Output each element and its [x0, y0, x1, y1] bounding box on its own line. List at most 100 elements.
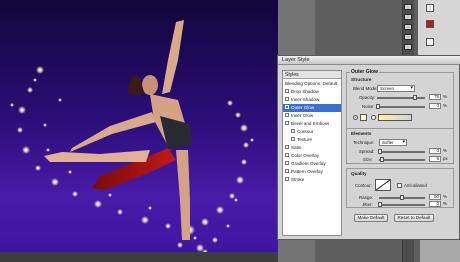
style-checkbox[interactable] [285, 176, 289, 181]
size-label: Size: [363, 157, 373, 162]
spread-slider-thumb[interactable] [378, 149, 382, 154]
style-item-label: Inner Shadow [291, 97, 320, 102]
swatch[interactable] [426, 4, 434, 12]
outer-glow-title: Outer Glow [350, 69, 379, 75]
document-canvas[interactable] [0, 0, 278, 262]
dancer-photo [10, 20, 254, 259]
blend-mode-select[interactable]: Screen [377, 85, 415, 92]
noise-slider-thumb[interactable] [376, 104, 380, 109]
size-input[interactable]: 5 [429, 156, 441, 162]
jitter-slider-thumb[interactable] [378, 202, 382, 207]
style-item-label: Outer Glow [291, 105, 315, 110]
quality-group: Quality Contour: Anti-aliased Range: 50 … [346, 168, 454, 208]
style-item-label: Satin [291, 145, 302, 150]
style-item-outer-glow[interactable]: Outer Glow [283, 104, 341, 112]
tool-button[interactable] [404, 24, 412, 30]
style-item-inner-shadow[interactable]: Inner Shadow [283, 96, 341, 104]
gradient-radio[interactable] [371, 115, 376, 120]
style-checkbox[interactable] [285, 96, 289, 101]
jitter-label: Jitter: [362, 202, 373, 207]
style-item-label: Color Overlay [291, 153, 320, 158]
spread-input[interactable]: 0 [429, 148, 441, 154]
style-item-label: Texture [297, 137, 313, 142]
sparkle-trail [10, 66, 254, 259]
style-checkbox[interactable] [291, 128, 295, 133]
style-checkbox[interactable] [285, 88, 289, 93]
jitter-unit: % [443, 201, 447, 206]
style-checkbox[interactable] [285, 104, 289, 109]
tool-button[interactable] [404, 14, 412, 20]
dialog-title: Layer Style [282, 57, 310, 63]
status-bar [0, 252, 278, 262]
style-checkbox[interactable] [285, 152, 289, 157]
opacity-label: Opacity: [359, 95, 376, 100]
style-item-label: Contour [297, 129, 314, 134]
dialog-titlebar[interactable]: Layer Style [278, 56, 460, 65]
layer-style-dialog: Layer Style Styles Blending Options: Def… [277, 55, 460, 240]
style-item-contour[interactable]: Contour [283, 128, 341, 136]
style-item-label: Drop Shadow [291, 89, 319, 94]
styles-header[interactable]: Styles [283, 71, 341, 79]
glow-color-swatch[interactable] [360, 114, 367, 121]
dancer-figure [44, 20, 192, 240]
tool-button[interactable] [404, 44, 412, 50]
style-item-inner-glow[interactable]: Inner Glow [283, 112, 341, 120]
style-item-label: Bevel and Emboss [291, 121, 330, 126]
technique-select[interactable]: Softer [379, 139, 407, 146]
outer-glow-settings: Outer Glow Structure Blend Mode: Screen … [346, 69, 456, 236]
style-item-color-overlay[interactable]: Color Overlay [283, 152, 341, 160]
style-item-label: Pattern Overlay [291, 169, 323, 174]
style-item-label: Stroke [291, 177, 305, 182]
tool-button[interactable] [404, 34, 412, 40]
elements-label: Elements [351, 131, 372, 136]
reset-to-default-button[interactable]: Reset to Default [394, 214, 434, 222]
style-checkbox[interactable] [285, 112, 289, 117]
style-item-stroke[interactable]: Stroke [283, 176, 341, 184]
noise-slider[interactable] [377, 106, 425, 108]
style-item-drop-shadow[interactable]: Drop Shadow [283, 88, 341, 96]
blend-mode-label: Blend Mode: [353, 86, 378, 91]
style-item-texture[interactable]: Texture [283, 136, 341, 144]
opacity-input[interactable]: 75 [429, 94, 441, 100]
glow-gradient-picker[interactable] [378, 114, 412, 121]
size-unit: px [443, 156, 448, 161]
style-item-label: Inner Glow [291, 113, 314, 118]
technique-label: Technique: [353, 140, 375, 145]
contour-picker[interactable] [375, 179, 391, 191]
anti-aliased-checkbox[interactable] [397, 183, 402, 188]
styles-list: Styles Blending Options: Default Drop Sha… [282, 70, 342, 236]
range-slider-thumb[interactable] [400, 195, 404, 200]
swatch[interactable] [426, 38, 434, 46]
style-item-gradient-overlay[interactable]: Gradient Overlay [283, 160, 341, 168]
make-default-button[interactable]: Make Default [354, 214, 388, 222]
range-unit: % [443, 194, 447, 199]
opacity-slider[interactable] [377, 97, 425, 99]
noise-unit: % [443, 103, 447, 108]
contour-curve-icon [375, 179, 391, 191]
swatch[interactable] [426, 20, 434, 28]
spread-slider[interactable] [379, 151, 425, 153]
noise-label: Noise: [362, 104, 375, 109]
solid-color-radio[interactable] [353, 115, 358, 120]
size-slider-thumb[interactable] [380, 157, 384, 162]
tool-button[interactable] [404, 4, 412, 10]
style-item-label: Blending Options: Default [285, 81, 338, 86]
anti-aliased-label: Anti-aliased [404, 183, 427, 188]
noise-input[interactable]: 0 [429, 103, 441, 109]
style-checkbox[interactable] [285, 168, 289, 173]
size-slider[interactable] [379, 159, 425, 161]
jitter-slider[interactable] [379, 204, 425, 206]
style-checkbox[interactable] [291, 136, 295, 141]
opacity-slider-thumb[interactable] [413, 95, 417, 100]
range-input[interactable]: 50 [429, 194, 441, 200]
jitter-input[interactable]: 0 [429, 201, 441, 207]
style-item-satin[interactable]: Satin [283, 144, 341, 152]
style-checkbox[interactable] [285, 120, 289, 125]
style-item-bevel-and-emboss[interactable]: Bevel and Emboss [283, 120, 341, 128]
style-checkbox[interactable] [285, 160, 289, 165]
style-item-blending-options-default[interactable]: Blending Options: Default [283, 80, 341, 88]
spread-unit: % [443, 148, 447, 153]
style-checkbox[interactable] [285, 144, 289, 149]
contour-label: Contour: [355, 183, 372, 188]
style-item-pattern-overlay[interactable]: Pattern Overlay [283, 168, 341, 176]
